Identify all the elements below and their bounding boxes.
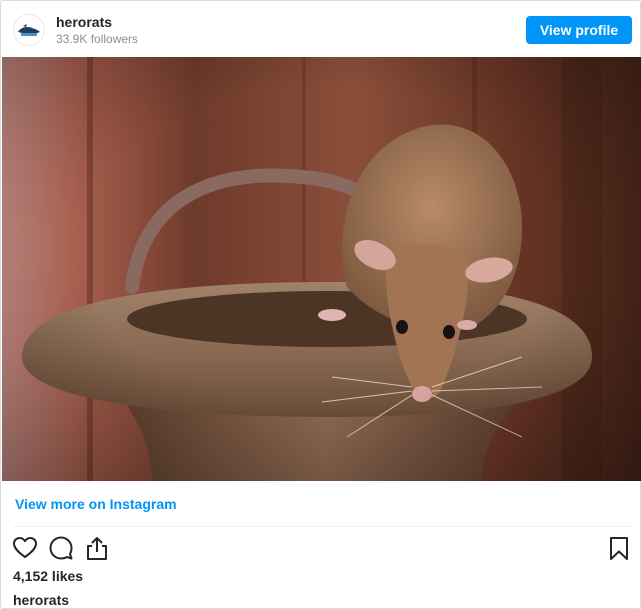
- view-more-on-instagram-link[interactable]: View more on Instagram: [15, 496, 177, 512]
- rat-logo-icon: [13, 14, 45, 46]
- header-username[interactable]: herorats: [56, 14, 112, 30]
- instagram-embed-card: herorats 33.9K followers View profile Vi…: [0, 0, 641, 609]
- share-icon[interactable]: [84, 535, 110, 561]
- follower-count: 33.9K followers: [56, 32, 139, 46]
- divider: [13, 526, 630, 527]
- view-profile-button[interactable]: View profile: [526, 16, 632, 44]
- post-image[interactable]: [2, 57, 641, 481]
- profile-avatar[interactable]: [13, 14, 45, 46]
- post-header: herorats 33.9K followers View profile: [1, 1, 640, 57]
- like-count[interactable]: 4,152 likes: [13, 568, 83, 584]
- comment-icon[interactable]: [48, 535, 74, 561]
- bookmark-icon[interactable]: [606, 535, 632, 561]
- heart-icon[interactable]: [12, 535, 38, 561]
- caption-username[interactable]: herorats: [13, 592, 69, 608]
